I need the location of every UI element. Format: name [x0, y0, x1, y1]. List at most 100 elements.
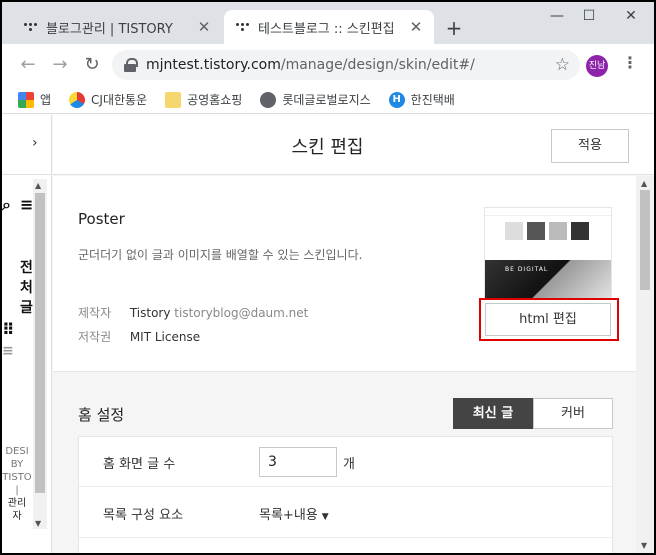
forward-button[interactable]: →: [48, 53, 72, 77]
preview-tile: [571, 222, 589, 240]
scroll-up-icon[interactable]: ▲: [641, 179, 647, 188]
bookmark-apps[interactable]: 앱: [18, 91, 51, 108]
preview-tile: [527, 222, 545, 240]
address-bar[interactable]: mjntest.tistory.com/manage/design/skin/e…: [112, 50, 580, 80]
main-scrollbar[interactable]: ▲ ▼: [636, 176, 654, 553]
preview-header: [485, 208, 611, 216]
tab-strip: 블로그관리 | TISTORY ✕ 테스트블로그 :: 스킨편집 ✕ + — ☐…: [2, 2, 654, 44]
setting-label: 홈 화면 글 수: [103, 457, 176, 472]
tistory-favicon-icon: [234, 19, 250, 35]
reload-button[interactable]: ↻: [80, 53, 104, 77]
bookmark-star-icon[interactable]: ☆: [555, 55, 570, 75]
bookmark-label: 한진택배: [410, 93, 455, 107]
browser-toolbar: ← → ↻ mjntest.tistory.com/manage/design/…: [2, 44, 654, 86]
expand-pane-icon[interactable]: ›: [32, 135, 38, 151]
tistory-favicon-icon: [22, 19, 38, 35]
apply-button[interactable]: 적용: [551, 129, 629, 163]
maker-email: tistoryblog@daum.net: [174, 306, 309, 320]
editor-body: Poster 군더더기 없이 글과 이미지를 배열할 수 있는 스킨입니다. 제…: [53, 176, 636, 553]
url-text: mjntest.tistory.com/manage/design/skin/e…: [146, 57, 475, 73]
toggle-cover[interactable]: 커버: [533, 398, 613, 429]
bookmark-lotte[interactable]: 롯데글로벌로지스: [260, 91, 371, 108]
bookmarks-bar: 앱 CJ대한통운 공영홈쇼핑 롯데글로벌로지스 H 한진택배: [2, 86, 654, 114]
setting-row-list-elements: 목록 구성 요소 목록+내용 ▼: [79, 488, 612, 538]
lock-icon[interactable]: [124, 58, 138, 72]
minimize-button[interactable]: —: [542, 8, 572, 24]
license-label: 저작권: [78, 330, 112, 344]
preview-tile: [549, 222, 567, 240]
preview-text: 전: [20, 260, 33, 276]
back-button[interactable]: ←: [16, 53, 40, 77]
scroll-down-icon[interactable]: ▼: [641, 541, 647, 550]
skin-preview-thumbnail: BE DIGITAL: [484, 207, 612, 300]
post-count-input[interactable]: 3: [259, 447, 337, 477]
bookmark-hanjin[interactable]: H 한진택배: [388, 91, 455, 108]
list-icon: ≡: [2, 343, 14, 359]
bookmark-label: CJ대한통운: [91, 93, 148, 107]
skin-license: 저작권 MIT License: [78, 328, 200, 345]
maker-name: Tistory: [129, 306, 171, 320]
page-title: 스킨 편집: [291, 137, 364, 158]
globe-icon: [260, 91, 277, 108]
maximize-button[interactable]: ☐: [574, 8, 604, 24]
url-path: /manage/design/skin/edit#/: [280, 57, 475, 73]
footer-text: BY: [10, 459, 24, 470]
profile-avatar[interactable]: 진남: [586, 55, 608, 77]
bookmark-label: 앱: [40, 93, 52, 107]
cj-logo-icon: [69, 91, 86, 108]
pane-scrollbar-thumb[interactable]: [35, 193, 45, 493]
main-scrollbar-thumb[interactable]: [640, 190, 650, 290]
hanjin-logo-icon: H: [388, 91, 405, 108]
skin-name: Poster: [78, 210, 125, 228]
footer-text: |: [15, 485, 19, 496]
url-host: mjntest.tistory.com: [146, 57, 281, 73]
tab-title: 테스트블로그 :: 스킨편집: [258, 21, 395, 37]
new-tab-button[interactable]: +: [442, 16, 466, 40]
preview-text: 처: [20, 280, 33, 296]
preview-tile: [505, 222, 523, 240]
divider: [2, 174, 51, 175]
list-elements-dropdown[interactable]: 목록+내용 ▼: [259, 504, 329, 523]
tab-skin-edit[interactable]: 테스트블로그 :: 스킨편집 ✕: [224, 10, 434, 44]
bookmark-public-homeshopping[interactable]: 공영홈쇼핑: [165, 91, 242, 108]
blog-preview-pane: › ⌕ ≡ 전 처 글 ⠿ ≡ DESI BY TISTO | 관리 자 ▲ ▼: [2, 115, 52, 553]
footer-admin-link[interactable]: 자: [2, 510, 32, 523]
scroll-up-icon[interactable]: ▲: [35, 181, 41, 190]
bookmark-cj[interactable]: CJ대한통운: [69, 91, 147, 108]
home-settings-panel: 홈 화면 글 수 3 개 목록 구성 요소 목록+내용 ▼: [78, 436, 613, 553]
preview-caption: BE DIGITAL: [505, 266, 549, 273]
scroll-down-icon[interactable]: ▼: [35, 519, 41, 528]
unit-label: 개: [343, 457, 355, 472]
page-content: › ⌕ ≡ 전 처 글 ⠿ ≡ DESI BY TISTO | 관리 자 ▲ ▼…: [2, 115, 654, 553]
tab-close-icon[interactable]: ✕: [408, 18, 424, 36]
setting-row-post-count: 홈 화면 글 수 3 개: [79, 437, 612, 487]
skin-info-card: Poster 군더더기 없이 글과 이미지를 배열할 수 있는 스킨입니다. 제…: [53, 176, 636, 372]
footer-admin-link[interactable]: 관리: [2, 497, 32, 510]
dropdown-value: 목록+내용: [259, 508, 318, 523]
license-value: MIT License: [129, 330, 201, 344]
menu-icon[interactable]: ≡: [20, 195, 33, 214]
bookmark-label: 공영홈쇼핑: [187, 93, 243, 107]
skin-maker: 제작자 Tistory tistoryblog@daum.net: [78, 304, 308, 321]
bookmark-label: 롯데글로벌로지스: [282, 93, 371, 107]
grid-icon: ⠿: [2, 320, 15, 339]
highlight-box: [479, 298, 619, 341]
toggle-latest-posts[interactable]: 최신 글: [453, 398, 533, 429]
skin-description: 군더더기 없이 글과 이미지를 배열할 수 있는 스킨입니다.: [78, 248, 363, 262]
folder-icon: [165, 91, 182, 108]
footer-text: TISTO: [2, 472, 32, 483]
maker-label: 제작자: [78, 306, 112, 320]
tab-title: 블로그관리 | TISTORY: [46, 21, 173, 37]
home-type-toggle: 최신 글 커버: [453, 398, 613, 429]
tab-blog-admin[interactable]: 블로그관리 | TISTORY ✕: [12, 10, 222, 44]
editor-header: 스킨 편집 적용: [53, 115, 654, 175]
browser-menu-icon[interactable]: ⋮: [622, 53, 638, 72]
browser-window: 블로그관리 | TISTORY ✕ 테스트블로그 :: 스킨편집 ✕ + — ☐…: [2, 2, 654, 553]
apps-icon: [18, 91, 34, 108]
tab-close-icon[interactable]: ✕: [196, 18, 212, 36]
chevron-down-icon: ▼: [321, 512, 329, 522]
close-window-button[interactable]: ✕: [616, 8, 646, 24]
home-settings-title: 홈 설정: [78, 406, 125, 424]
search-icon[interactable]: ⌕: [2, 195, 11, 215]
footer-text: DESI: [5, 446, 29, 457]
